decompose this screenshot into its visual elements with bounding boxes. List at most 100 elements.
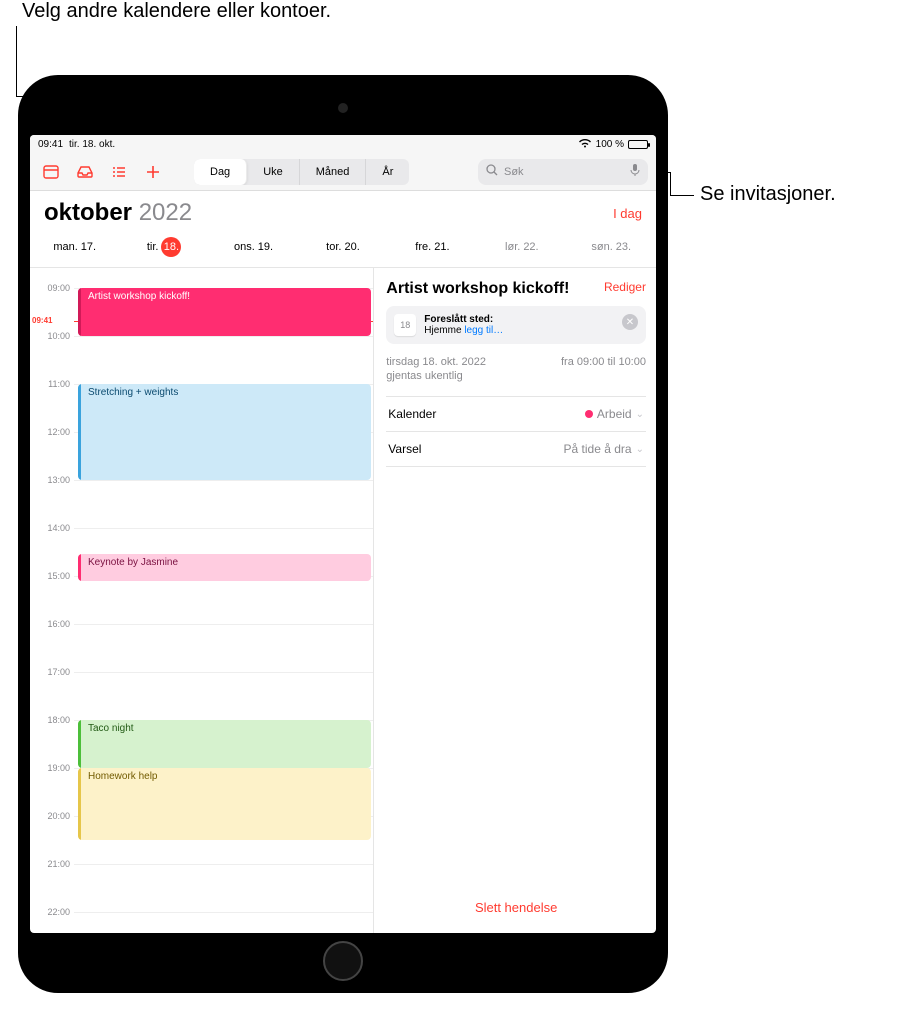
chevron-updown-icon: ⌄ — [636, 409, 644, 420]
ipad-device: 09:41 tir. 18. okt. 100 % — [18, 75, 668, 993]
calendar-event[interactable]: Homework help — [78, 768, 371, 840]
weekday-abbr: man. — [53, 241, 77, 253]
callout-right: Se invitasjoner. — [700, 183, 836, 206]
suggest-label: Foreslått sted: — [424, 314, 503, 325]
alert-label: Varsel — [388, 442, 421, 456]
event-color-bar — [78, 768, 81, 840]
suggested-location-box[interactable]: 18 Foreslått sted: Hjemme legg til… ✕ — [386, 306, 646, 344]
calendar-label: Kalender — [388, 407, 436, 421]
status-date: tir. 18. okt. — [69, 139, 115, 150]
toolbar: Dag Uke Måned År Søk — [30, 153, 656, 191]
month-title: oktober 2022 — [44, 199, 192, 227]
calendar-event[interactable]: Keynote by Jasmine — [78, 554, 371, 580]
search-icon — [486, 164, 498, 179]
inbox-icon[interactable] — [72, 159, 98, 185]
weekday-abbr: ons. — [234, 241, 255, 253]
weekday-number: 21. — [434, 241, 449, 253]
seg-year[interactable]: År — [366, 159, 409, 185]
weekday-cell[interactable]: man. 17. — [30, 237, 119, 257]
alert-value: På tide å dra — [564, 442, 632, 456]
callout-line — [670, 195, 694, 196]
hour-label: 12:00 — [34, 427, 70, 437]
hour-label: 13:00 — [34, 475, 70, 485]
statusbar: 09:41 tir. 18. okt. 100 % — [30, 135, 656, 153]
event-title: Artist workshop kickoff! — [88, 291, 190, 302]
content-split: 09:0010:0011:0012:0013:0014:0015:0016:00… — [30, 268, 656, 933]
calendar-value: Arbeid — [597, 407, 632, 421]
mic-icon[interactable] — [630, 163, 640, 180]
calendar-event[interactable]: Taco night — [78, 720, 371, 768]
weekday-cell[interactable]: søn. 23. — [567, 237, 656, 257]
today-button[interactable]: I dag — [613, 206, 642, 221]
edit-button[interactable]: Rediger — [604, 280, 646, 294]
hour-label: 11:00 — [34, 379, 70, 389]
event-time: fra 09:00 til 10:00 — [561, 356, 646, 368]
weekday-abbr: lør. — [505, 241, 520, 253]
event-color-bar — [78, 554, 81, 580]
hour-label: 22:00 — [34, 907, 70, 917]
weekday-number: 23. — [616, 241, 631, 253]
hour-label: 20:00 — [34, 811, 70, 821]
event-date: tirsdag 18. okt. 2022 — [386, 356, 486, 368]
calendar-event[interactable]: Artist workshop kickoff! — [78, 288, 371, 336]
calendars-icon[interactable] — [38, 159, 64, 185]
weekday-number: 20. — [344, 241, 359, 253]
hour-label: 21:00 — [34, 859, 70, 869]
chevron-updown-icon: ⌄ — [636, 444, 644, 455]
list-icon[interactable] — [106, 159, 132, 185]
hour-line — [74, 528, 373, 529]
hour-line — [74, 672, 373, 673]
add-event-icon[interactable] — [140, 159, 166, 185]
year: 2022 — [139, 199, 192, 226]
weekday-row: man.17.tir.18.ons.19.tor.20.fre.21.lør.2… — [30, 231, 656, 268]
weekday-number: 18. — [161, 237, 181, 257]
weekday-cell[interactable]: ons.19. — [209, 237, 298, 257]
screen: 09:41 tir. 18. okt. 100 % — [30, 135, 656, 933]
callout-line — [16, 26, 17, 96]
month-header: oktober 2022 I dag — [30, 191, 656, 231]
weekday-abbr: søn. — [591, 241, 612, 253]
hour-line — [74, 624, 373, 625]
weekday-number: 22. — [523, 241, 538, 253]
calendar-event[interactable]: Stretching + weights — [78, 384, 371, 480]
event-color-bar — [78, 288, 81, 336]
calendar-color-dot — [585, 410, 593, 418]
battery-icon — [628, 140, 648, 149]
hour-line — [74, 480, 373, 481]
calendar-row[interactable]: Kalender Arbeid ⌄ — [386, 397, 646, 432]
hour-label: 16:00 — [34, 619, 70, 629]
delete-event-button[interactable]: Slett hendelse — [386, 890, 646, 925]
search-input[interactable]: Søk — [478, 159, 648, 185]
hour-label: 15:00 — [34, 571, 70, 581]
camera-dot — [338, 103, 348, 113]
callout-line — [670, 172, 671, 196]
weekday-cell[interactable]: tir.18. — [119, 237, 208, 257]
now-time-label: 09:41 — [32, 316, 52, 325]
event-repeat: gjentas ukentlig — [386, 370, 646, 382]
hour-label: 14:00 — [34, 523, 70, 533]
weekday-number: 17. — [81, 241, 96, 253]
home-button[interactable] — [323, 941, 363, 981]
close-icon[interactable]: ✕ — [622, 314, 638, 330]
hour-line — [74, 336, 373, 337]
weekday-cell[interactable]: tor.20. — [298, 237, 387, 257]
seg-week[interactable]: Uke — [247, 159, 300, 185]
suggest-add-link[interactable]: legg til… — [464, 325, 503, 336]
month-name: oktober — [44, 199, 132, 226]
day-timeline[interactable]: 09:0010:0011:0012:0013:0014:0015:0016:00… — [30, 268, 374, 933]
weekday-cell[interactable]: fre.21. — [388, 237, 477, 257]
seg-day[interactable]: Dag — [194, 159, 247, 185]
search-placeholder: Søk — [504, 166, 524, 178]
weekday-cell[interactable]: lør.22. — [477, 237, 566, 257]
time-grid: 09:0010:0011:0012:0013:0014:0015:0016:00… — [30, 268, 373, 933]
alert-row[interactable]: Varsel På tide å dra ⌄ — [386, 432, 646, 467]
wifi-icon — [578, 138, 592, 151]
hour-label: 10:00 — [34, 331, 70, 341]
event-title: Keynote by Jasmine — [88, 557, 178, 568]
hour-line — [74, 912, 373, 913]
weekday-abbr: fre. — [415, 241, 431, 253]
weekday-number: 19. — [258, 241, 273, 253]
event-title: Taco night — [88, 723, 134, 734]
event-color-bar — [78, 384, 81, 480]
seg-month[interactable]: Måned — [300, 159, 367, 185]
